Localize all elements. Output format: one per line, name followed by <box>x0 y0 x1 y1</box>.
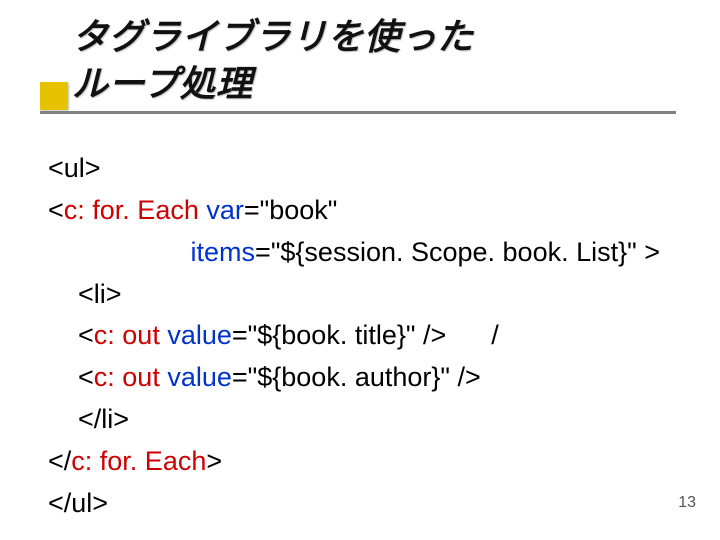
code-line-3: items="${session. Scope. book. List}" > <box>48 232 680 274</box>
title-underline <box>40 111 676 114</box>
code-line-7: </li> <box>48 399 680 441</box>
code-text: < <box>48 320 94 350</box>
code-line-5: <c: out value="${book. title}" /> / <box>48 315 680 357</box>
code-text: </ul> <box>48 488 108 518</box>
code-keyword: c: for. Each <box>71 446 206 476</box>
code-text: < <box>48 362 94 392</box>
slide: タグライブラリを使った ループ処理 <ul> <c: for. Each var… <box>0 0 720 540</box>
code-attr: items <box>191 237 256 267</box>
code-line-1: <ul> <box>48 148 680 190</box>
code-line-6: <c: out value="${book. author}" /> <box>48 357 680 399</box>
title-bullet-icon <box>40 82 68 110</box>
slide-title-block: タグライブラリを使った ループ処理 <box>0 14 720 108</box>
code-line-4: <li> <box>48 274 680 316</box>
slide-title-line-2: ループ処理 <box>72 63 252 104</box>
code-text: ="${book. title}" /> / <box>232 320 499 350</box>
code-keyword: c: out <box>94 362 160 392</box>
code-attr: var <box>206 195 244 225</box>
code-keyword: c: for. Each <box>64 195 199 225</box>
code-attr: value <box>167 362 232 392</box>
page-number: 13 <box>678 494 696 512</box>
code-line-9: </ul> <box>48 483 680 525</box>
code-line-8: </c: for. Each> <box>48 441 680 483</box>
code-text: </ <box>48 446 71 476</box>
code-attr: value <box>167 320 232 350</box>
slide-title-line-1: タグライブラリを使った <box>72 16 474 57</box>
code-text: ="book" <box>244 195 338 225</box>
code-text <box>48 237 191 267</box>
code-keyword: c: out <box>94 320 160 350</box>
code-text: > <box>206 446 222 476</box>
slide-title: タグライブラリを使った ループ処理 <box>0 14 720 108</box>
code-text: ="${session. Scope. book. List}" > <box>255 237 660 267</box>
code-text: ="${book. author}" /> <box>232 362 481 392</box>
code-line-2: <c: for. Each var="book" <box>48 190 680 232</box>
code-text: </li> <box>48 404 129 434</box>
code-text: < <box>48 195 64 225</box>
code-text: <ul> <box>48 153 101 183</box>
code-block: <ul> <c: for. Each var="book" items="${s… <box>48 148 680 525</box>
code-text: <li> <box>48 279 122 309</box>
